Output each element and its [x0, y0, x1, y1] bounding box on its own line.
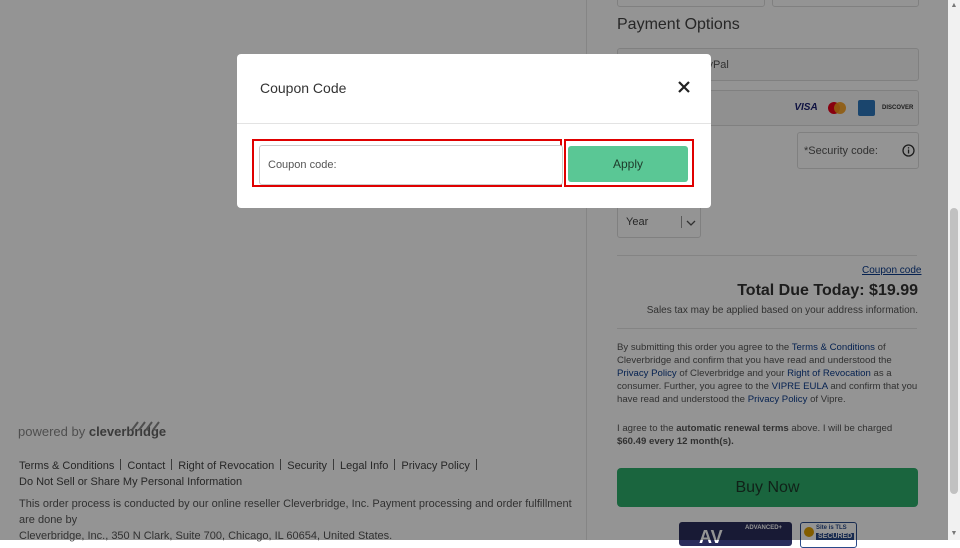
coupon-modal: Coupon Code Coupon code: Apply [237, 54, 711, 208]
coupon-input-placeholder: Coupon code: [268, 159, 337, 171]
scrollbar-thumb[interactable] [950, 208, 958, 494]
apply-button-label: Apply [612, 157, 644, 171]
scroll-down-arrow-icon[interactable]: ▼ [948, 528, 960, 540]
close-icon[interactable] [678, 81, 690, 93]
coupon-code-input[interactable]: Coupon code: [259, 145, 563, 185]
scroll-up-arrow-icon[interactable]: ▲ [948, 0, 960, 12]
apply-button[interactable]: Apply [568, 146, 688, 182]
modal-title: Coupon Code [260, 80, 347, 96]
modal-header-divider [237, 123, 711, 124]
